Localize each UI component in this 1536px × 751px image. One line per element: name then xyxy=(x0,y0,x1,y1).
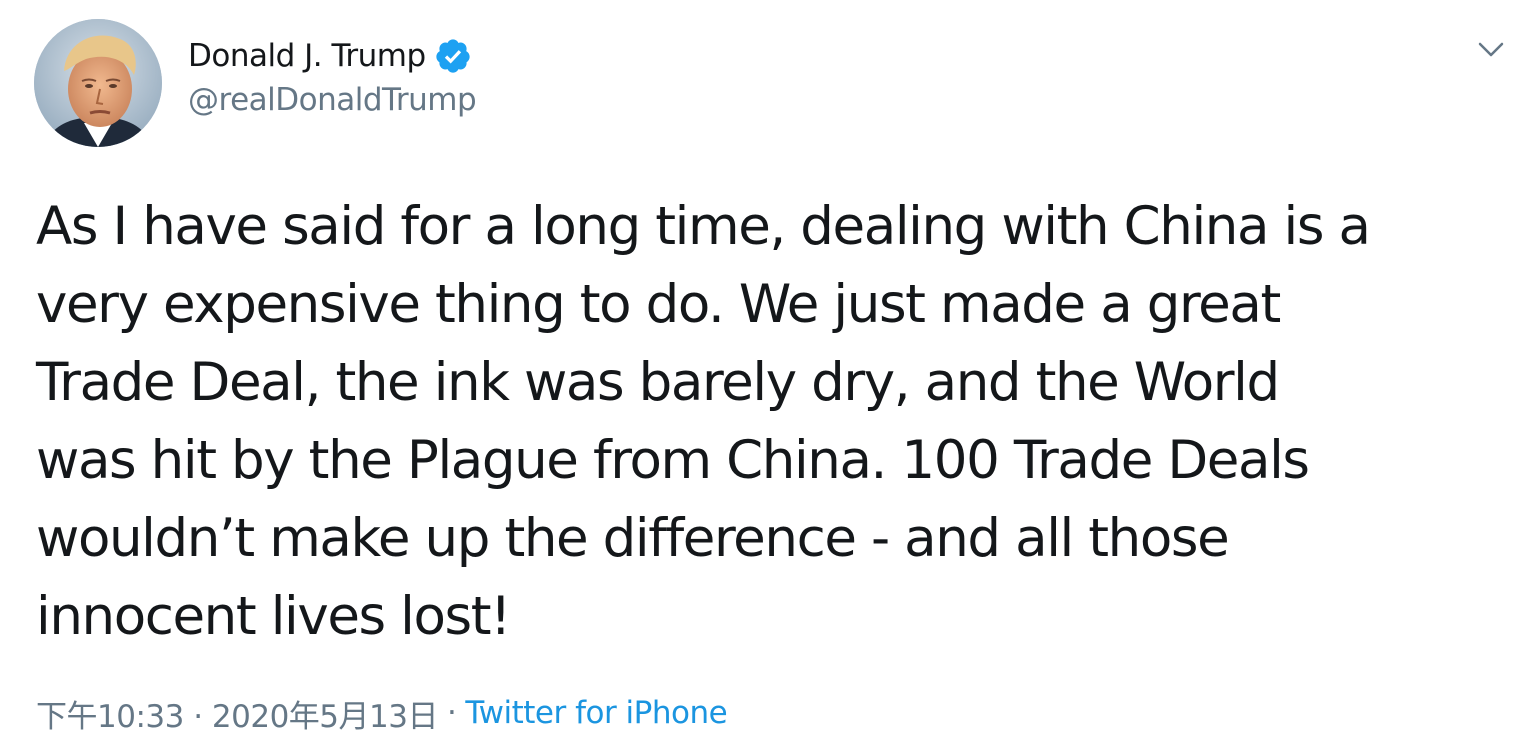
tweet-timestamp[interactable]: 下午10:33 · 2020年5月13日 xyxy=(36,691,438,736)
tweet-text: As I have said for a long time, dealing … xyxy=(36,196,1371,647)
meta-separator: · xyxy=(446,695,457,731)
verified-badge-icon xyxy=(434,37,472,75)
author-display-name[interactable]: Donald J. Trump xyxy=(188,38,426,74)
author-name-row: Donald J. Trump xyxy=(188,30,472,82)
tweet-meta: 下午10:33 · 2020年5月13日 · Twitter for iPhon… xyxy=(36,690,728,736)
tweet-card: Donald J. Trump @realDonaldTrump As I ha… xyxy=(0,0,1536,751)
avatar-image xyxy=(34,19,162,147)
author-handle[interactable]: @realDonaldTrump xyxy=(188,82,477,118)
avatar[interactable] xyxy=(34,19,162,147)
tweet-source-link[interactable]: Twitter for iPhone xyxy=(465,695,727,731)
chevron-down-icon[interactable] xyxy=(1472,30,1510,68)
